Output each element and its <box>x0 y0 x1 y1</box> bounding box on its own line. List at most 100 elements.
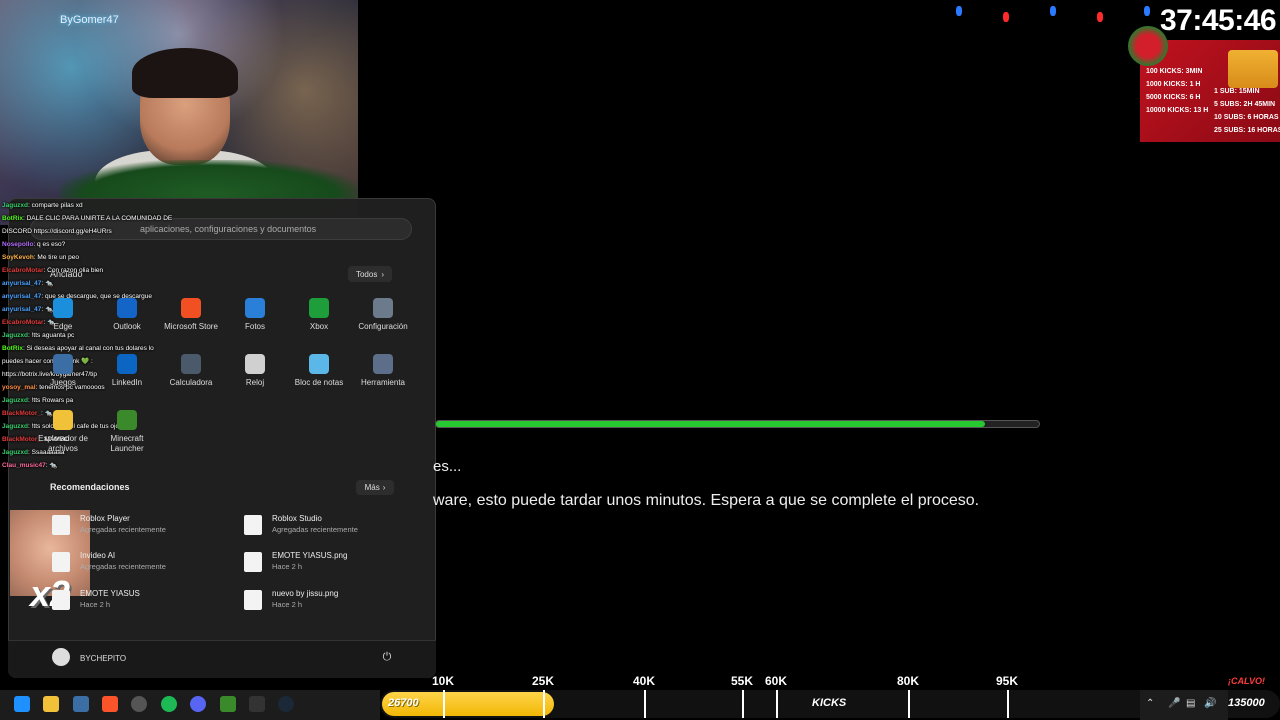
recommended-item[interactable]: EMOTE YIASUS Hace 2 h <box>52 587 222 617</box>
kick-rate: 5000 KICKS: 6 H <box>1146 94 1201 101</box>
recommended-subtitle: Hace 2 h <box>80 600 111 609</box>
pinned-app-store[interactable]: Microsoft Store <box>158 298 224 332</box>
pinned-app-label: Juegos <box>50 378 76 387</box>
light-bulb-icon <box>1097 12 1103 22</box>
pinned-app-label: Configuración <box>358 322 408 331</box>
pinned-app-label: Edge <box>53 322 73 331</box>
pinned-app-photos[interactable]: Fotos <box>222 298 288 332</box>
recommended-subtitle: Agregadas recientemente <box>80 525 166 534</box>
pinned-app-outlook[interactable]: Outlook <box>94 298 160 332</box>
user-avatar[interactable] <box>52 648 70 666</box>
chat-username: ElcabroMotar <box>2 267 44 274</box>
chat-text: : Con razon olia bien <box>43 267 104 274</box>
chat-text: : 🐀 <box>41 280 54 287</box>
spotify-icon[interactable] <box>161 696 177 712</box>
sub-rate: 10 SUBS: 6 HORAS <box>1214 114 1279 121</box>
file-explorer-icon[interactable] <box>43 696 59 712</box>
chat-text: : !tts aguanta pc <box>28 332 75 339</box>
kick-rate: 100 KICKS: 3MIN <box>1146 68 1203 75</box>
file-icon <box>244 515 262 535</box>
pinned-app-label: Fotos <box>244 322 265 331</box>
pinned-app-folder[interactable]: Explorador de archivos <box>30 410 96 454</box>
pinned-app-edge[interactable]: Edge <box>30 298 96 332</box>
more-label: Más <box>364 483 380 492</box>
pinned-app-games[interactable]: Juegos <box>30 354 96 388</box>
pinned-app-label: Minecraft Launcher <box>110 434 144 453</box>
recommended-item[interactable]: nuevo by jissu.png Hace 2 h <box>244 587 414 617</box>
steam-icon[interactable] <box>278 696 294 712</box>
chat-message: DISCORD https://discord.gg/eH4URrs <box>2 228 112 236</box>
pinned-app-notepad[interactable]: Bloc de notas <box>286 354 352 388</box>
power-icon[interactable]: ⏻ <box>380 650 394 664</box>
pinned-app-gear[interactable]: Configuración <box>350 298 416 332</box>
pinned-app-clock[interactable]: Reloj <box>222 354 288 388</box>
chat-text: : comparte pilas xd <box>28 202 83 209</box>
chat-message: Jaguzxd: !tts aguanta pc <box>2 332 74 340</box>
sub-rate: 5 SUBS: 2H 45MIN <box>1214 101 1276 108</box>
photos-icon <box>245 298 265 318</box>
calculator-icon <box>181 354 201 374</box>
pinned-app-linkedin[interactable]: LinkedIn <box>94 354 160 388</box>
microphone-icon[interactable]: 🎤 <box>1168 698 1180 709</box>
chat-username: BotRix <box>2 215 23 222</box>
pinned-app-calculator[interactable]: Calculadora <box>158 354 224 388</box>
chevron-up-icon[interactable]: ⌃ <box>1146 698 1154 709</box>
outlook-icon <box>117 298 137 318</box>
volume-icon[interactable]: 🔊 <box>1204 698 1216 709</box>
obs-icon[interactable] <box>131 696 147 712</box>
light-bulb-icon <box>956 6 962 16</box>
kick-rate: 10000 KICKS: 13 H <box>1146 107 1209 114</box>
xbox-icon <box>309 298 329 318</box>
kick-rate: 1000 KICKS: 1 H <box>1146 81 1201 88</box>
discord-icon[interactable] <box>190 696 206 712</box>
pinned-app-label: Herramienta <box>360 378 405 387</box>
chat-username: Jaguzxd <box>2 332 29 339</box>
chat-message: ElcabroMotar: Con razon olia bien <box>2 267 103 275</box>
linkedin-icon <box>117 354 137 374</box>
recommended-item[interactable]: Roblox Studio Agregadas recientemente <box>244 512 414 542</box>
pinned-app-xbox[interactable]: Xbox <box>286 298 352 332</box>
notepad-icon <box>309 354 329 374</box>
more-button[interactable]: Más › <box>356 480 394 495</box>
goal-mark-tick <box>644 690 646 718</box>
recommended-item[interactable]: Roblox Player Agregadas recientemente <box>52 512 222 542</box>
recommended-subtitle: Hace 2 h <box>272 562 303 571</box>
chat-message: anyurisal_47: 🐀 <box>2 280 53 288</box>
recommended-subtitle: Agregadas recientemente <box>272 525 358 534</box>
network-icon[interactable]: ▤ <box>1186 698 1195 709</box>
chat-text: : q es eso? <box>33 241 66 248</box>
start-footer <box>8 640 436 678</box>
windows-start-icon[interactable] <box>14 696 30 712</box>
goal-mark-tick <box>742 690 744 718</box>
ornament-icon <box>1128 26 1168 66</box>
pinned-app-tool[interactable]: Herramienta <box>350 354 416 388</box>
pinned-app-minecraft[interactable]: Minecraft Launcher <box>94 410 160 454</box>
file-icon <box>244 552 262 572</box>
chat-username: Clau_music47 <box>2 462 46 469</box>
minecraft-taskbar-icon[interactable] <box>220 696 236 712</box>
file-icon <box>52 552 70 572</box>
goal-mark-label: 25K <box>532 674 555 688</box>
status-line-2: ware, esto puede tardar unos minutos. Es… <box>433 492 980 509</box>
all-apps-button[interactable]: Todos › <box>348 266 392 282</box>
recommended-name: EMOTE YIASUS <box>80 589 140 598</box>
chat-text: : DALE CLIC PARA UNIRTE A LA COMUNIDAD D… <box>22 215 173 222</box>
christmas-lights <box>940 0 1155 26</box>
photos-taskbar-icon[interactable] <box>73 696 89 712</box>
goal-mark-label: 40K <box>633 674 656 688</box>
edge-icon <box>53 298 73 318</box>
user-name[interactable]: BYCHEPITO <box>80 654 126 663</box>
brave-browser-icon[interactable] <box>102 696 118 712</box>
chat-message: Clau_music47: 🐀 <box>2 462 57 470</box>
app-taskbar-icon[interactable] <box>249 696 265 712</box>
chat-message: Nosepollo: q es eso? <box>2 241 65 249</box>
chat-message: BotRix: Si deseas apoyar al canal con tu… <box>2 345 154 353</box>
recommended-name: Roblox Player <box>80 514 130 523</box>
light-bulb-icon <box>1050 6 1056 16</box>
recommended-item[interactable]: Invideo AI Agregadas recientemente <box>52 549 222 579</box>
status-line-1: es... <box>433 458 462 475</box>
recommended-item[interactable]: EMOTE YIASUS.png Hace 2 h <box>244 549 414 579</box>
goal-end-value: 135000 <box>1228 697 1265 709</box>
pinned-app-label: LinkedIn <box>111 378 143 387</box>
store-icon <box>181 298 201 318</box>
